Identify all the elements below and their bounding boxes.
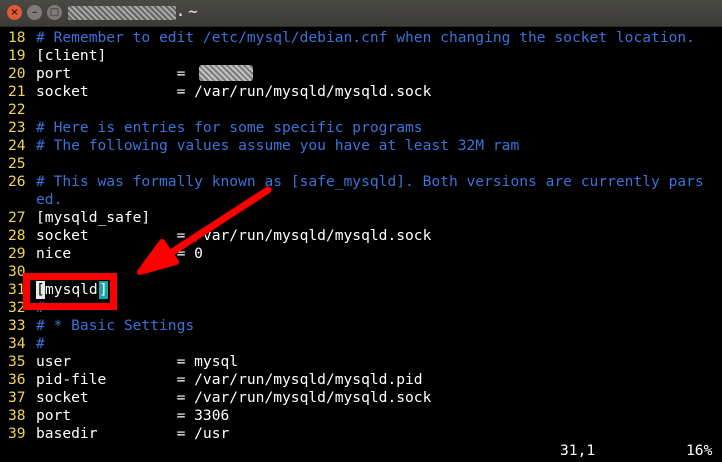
redacted-title — [68, 6, 176, 20]
config-text: [mysqld_safe] — [36, 209, 151, 226]
editor-line[interactable]: 36 pid-file = /var/run/mysqld/mysqld.pid — [0, 371, 722, 389]
comment-text: # * Basic Settings — [36, 317, 195, 334]
line-number: 34 — [8, 335, 26, 352]
line-number: 19 — [8, 47, 26, 64]
line-number: 37 — [8, 389, 26, 406]
cursor-position: 31,1 — [560, 442, 596, 459]
scroll-percent: 16% — [686, 442, 713, 459]
line-number: 28 — [8, 227, 26, 244]
comment-text: # The following values assume you have a… — [36, 137, 520, 154]
editor-line[interactable]: 38 port = 3306 — [0, 407, 722, 425]
minimize-button[interactable]: – — [27, 5, 42, 20]
config-text: port = 3306 — [36, 407, 230, 424]
editor-line[interactable]: 29 nice = 0 — [0, 245, 722, 263]
editor-line[interactable]: 37 socket = /var/run/mysqld/mysqld.sock — [0, 389, 722, 407]
redacted-port-value — [199, 65, 253, 81]
config-text: socket = /var/run/mysqld/mysqld.sock — [36, 227, 432, 244]
line-number: 18 — [8, 29, 26, 46]
editor-line[interactable]: 26 # This was formally known as [safe_mys… — [0, 173, 722, 191]
editor-line[interactable]: 39 basedir = /usr — [0, 425, 722, 443]
line-number: 38 — [8, 407, 26, 424]
config-text: socket = /var/run/mysqld/mysqld.sock — [36, 389, 432, 406]
editor-area[interactable]: 18 # Remember to edit /etc/mysql/debian.c… — [0, 28, 722, 462]
line-number: 29 — [8, 245, 26, 262]
title-bar[interactable]: × – □ . ~ — [0, 0, 722, 27]
maximize-button[interactable]: □ — [47, 5, 62, 20]
comment-text: # — [36, 335, 45, 352]
config-text: port = — [36, 65, 195, 82]
editor-line[interactable]: 19 [client] — [0, 47, 722, 65]
config-text: user = mysql — [36, 353, 239, 370]
config-text: pid-file = /var/run/mysqld/mysqld.pid — [36, 371, 423, 388]
editor-line[interactable]: 28 socket = /var/run/mysqld/mysqld.sock — [0, 227, 722, 245]
config-text: [client] — [36, 47, 107, 64]
comment-text: # Remember to edit /etc/mysql/debian.cnf… — [36, 29, 695, 46]
comment-text: # Here is entries for some specific prog… — [36, 119, 423, 136]
line-number: 20 — [8, 65, 26, 82]
window-title: . ~ — [178, 5, 199, 20]
editor-line[interactable]: 23 # Here is entries for some specific pr… — [0, 119, 722, 137]
line-number: 21 — [8, 83, 26, 100]
line-number: 22 — [8, 101, 26, 118]
config-text: socket = /var/run/mysqld/mysqld.sock — [36, 83, 432, 100]
editor-line[interactable]: 20 port = — [0, 65, 722, 83]
config-text: basedir = /usr — [36, 425, 230, 442]
editor-line[interactable]: 33 # * Basic Settings — [0, 317, 722, 335]
editor-line[interactable]: 21 socket = /var/run/mysqld/mysqld.sock — [0, 83, 722, 101]
annotation-highlight-box — [23, 273, 117, 310]
editor-line[interactable]: 24 # The following values assume you have… — [0, 137, 722, 155]
line-number: 23 — [8, 119, 26, 136]
editor-line[interactable]: 27 [mysqld_safe] — [0, 209, 722, 227]
terminal-window: × – □ . ~ 18 # Remember to edit /etc/mysq… — [0, 0, 722, 462]
comment-text: ed. — [36, 191, 63, 208]
close-button[interactable]: × — [7, 5, 22, 20]
editor-line[interactable]: 25 — [0, 155, 722, 173]
vim-status-line: 31,1 16% — [0, 442, 722, 460]
config-text: nice = 0 — [36, 245, 203, 262]
line-number: 39 — [8, 425, 26, 442]
editor-line[interactable]: 35 user = mysql — [0, 353, 722, 371]
editor-line[interactable]: 18 # Remember to edit /etc/mysql/debian.c… — [0, 29, 722, 47]
line-number: 33 — [8, 317, 26, 334]
editor-line[interactable]: 22 — [0, 101, 722, 119]
line-number: 26 — [8, 173, 26, 190]
editor-line[interactable]: ed. — [0, 191, 722, 209]
line-number: 35 — [8, 353, 26, 370]
comment-text: # This was formally known as [safe_mysql… — [36, 173, 704, 190]
line-number: 24 — [8, 137, 26, 154]
line-number: 25 — [8, 155, 26, 172]
line-number: 36 — [8, 371, 26, 388]
line-number: 27 — [8, 209, 26, 226]
editor-line[interactable]: 34 # — [0, 335, 722, 353]
